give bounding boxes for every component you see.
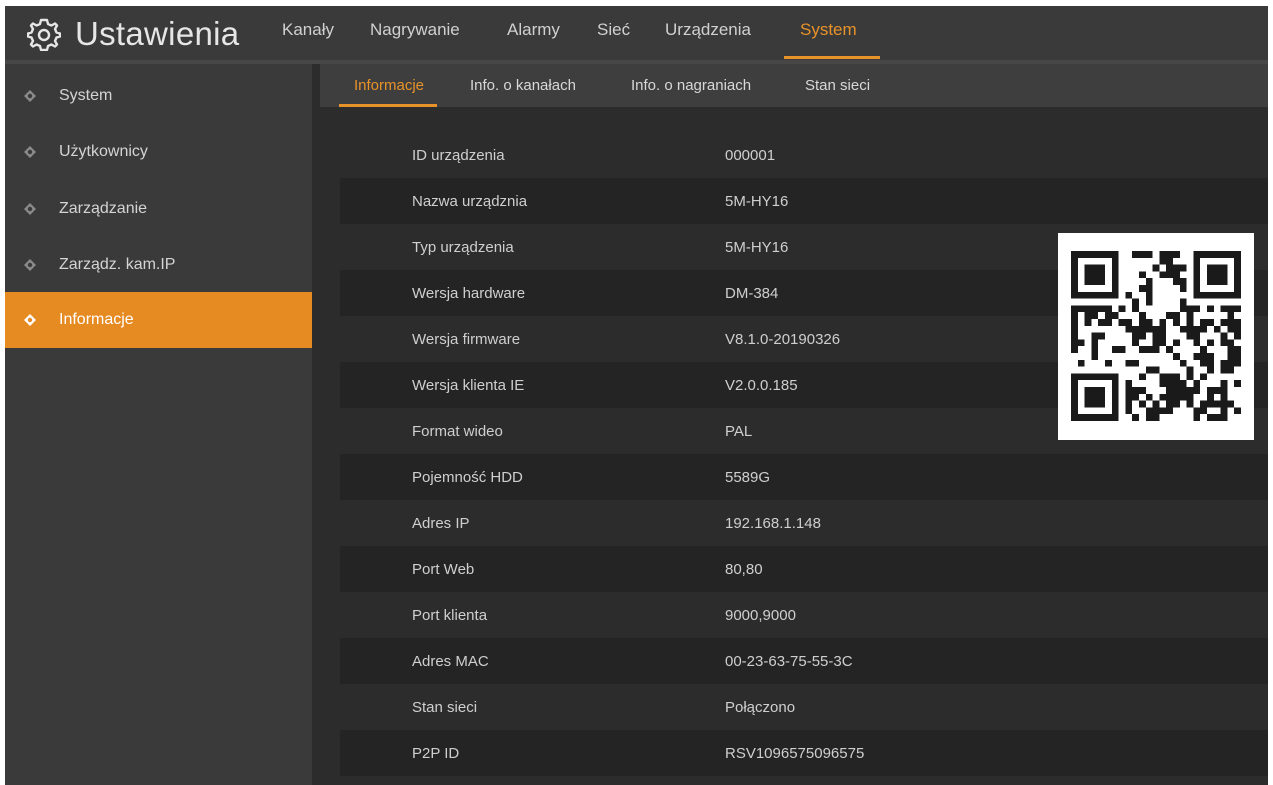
- info-label: Format wideo: [412, 423, 503, 440]
- qr-code-panel: [1058, 233, 1254, 440]
- info-value: V2.0.0.185: [725, 377, 798, 394]
- subtab-informacje[interactable]: Informacje: [354, 77, 424, 94]
- info-value: 5M-HY16: [725, 239, 789, 256]
- info-value: 9000,9000: [725, 607, 796, 624]
- info-label: Wersja klienta IE: [412, 377, 525, 394]
- sidebar-item-informacje[interactable]: Informacje: [5, 292, 312, 348]
- info-value: 00-23-63-75-55-3C: [725, 653, 853, 670]
- tab-urzadzenia[interactable]: Urządzenia: [665, 20, 751, 40]
- table-row: ID urządzenia 000001: [340, 132, 1268, 178]
- info-label: P2P ID: [412, 745, 460, 762]
- tab-siec[interactable]: Sieć: [597, 20, 630, 40]
- sub-tab-bar: Informacje Info. o kanałach Info. o nagr…: [320, 64, 1268, 107]
- info-value: 5589G: [725, 469, 771, 486]
- sidebar-bullet-icon: [23, 313, 37, 327]
- active-subtab-indicator: [339, 104, 437, 107]
- info-value: 000001: [725, 147, 776, 164]
- tab-nagrywanie[interactable]: Nagrywanie: [370, 20, 460, 40]
- info-value: 5M-HY16: [725, 193, 789, 210]
- info-label: Adres IP: [412, 515, 470, 532]
- sidebar-item-zarzadzanie[interactable]: Zarządzanie: [5, 181, 312, 237]
- sidebar-bullet-icon: [23, 258, 37, 272]
- info-label: ID urządzenia: [412, 147, 505, 164]
- settings-window: Ustawienia Kanały Nagrywanie Alarmy Sieć…: [5, 6, 1268, 785]
- sidebar-bullet-icon: [23, 202, 37, 216]
- sidebar-item-uzytkownicy[interactable]: Użytkownicy: [5, 124, 312, 180]
- tab-system[interactable]: System: [800, 20, 857, 40]
- sidebar-bullet-icon: [23, 145, 37, 159]
- info-value: 80,80: [725, 561, 763, 578]
- sidebar-item-label: Zarządzanie: [59, 200, 148, 217]
- sidebar-item-system[interactable]: System: [5, 68, 312, 124]
- table-row: Adres IP 192.168.1.148: [340, 500, 1268, 546]
- table-row: Stan sieci Połączono: [340, 684, 1268, 730]
- info-value: RSV1096575096575: [725, 745, 865, 762]
- subtab-info-o-kanalach[interactable]: Info. o kanałach: [470, 77, 576, 94]
- info-label: Adres MAC: [412, 653, 489, 670]
- info-value: Połączono: [725, 699, 796, 716]
- info-label: Pojemność HDD: [412, 469, 523, 486]
- sidebar: System Użytkownicy Zarządzanie Zarządz. …: [5, 64, 312, 785]
- sidebar-item-label: Użytkownicy: [59, 143, 148, 160]
- info-label: Wersja hardware: [412, 285, 526, 302]
- table-row: Port klienta 9000,9000: [340, 592, 1268, 638]
- gear-icon: [26, 17, 62, 52]
- info-label: Nazwa urządznia: [412, 193, 528, 210]
- info-label: Port Web: [412, 561, 475, 578]
- sidebar-item-label: System: [59, 87, 113, 104]
- sidebar-bullet-icon: [23, 89, 37, 103]
- info-value: V8.1.0-20190326: [725, 331, 841, 348]
- sidebar-item-label: Zarządz. kam.IP: [59, 256, 176, 273]
- sidebar-item-label: Informacje: [59, 311, 134, 328]
- app-title: Ustawienia: [26, 14, 240, 54]
- tab-kanaly[interactable]: Kanały: [282, 20, 334, 40]
- page-title: Ustawienia: [75, 15, 240, 52]
- table-row: Port Web 80,80: [340, 546, 1268, 592]
- subtab-stan-sieci[interactable]: Stan sieci: [805, 77, 870, 94]
- sidebar-item-zarzadz-kam-ip[interactable]: Zarządz. kam.IP: [5, 237, 312, 293]
- subtab-info-o-nagraniach[interactable]: Info. o nagraniach: [631, 77, 751, 94]
- device-info-table: ID urządzenia 000001 Nazwa urządznia 5M-…: [340, 132, 1268, 776]
- top-bar: Ustawienia Kanały Nagrywanie Alarmy Sieć…: [5, 6, 1268, 60]
- info-value: PAL: [725, 423, 753, 440]
- qr-code-icon: [1071, 251, 1241, 421]
- table-row: P2P ID RSV1096575096575: [340, 730, 1268, 776]
- info-label: Typ urządzenia: [412, 239, 514, 256]
- info-value: 192.168.1.148: [725, 515, 821, 532]
- table-row: Pojemność HDD 5589G: [340, 454, 1268, 500]
- active-tab-indicator: [784, 56, 880, 59]
- info-label: Stan sieci: [412, 699, 478, 716]
- info-label: Wersja firmware: [412, 331, 521, 348]
- table-row: Adres MAC 00-23-63-75-55-3C: [340, 638, 1268, 684]
- tab-alarmy[interactable]: Alarmy: [507, 20, 560, 40]
- info-label: Port klienta: [412, 607, 488, 624]
- table-row: Nazwa urządznia 5M-HY16: [340, 178, 1268, 224]
- info-value: DM-384: [725, 285, 779, 302]
